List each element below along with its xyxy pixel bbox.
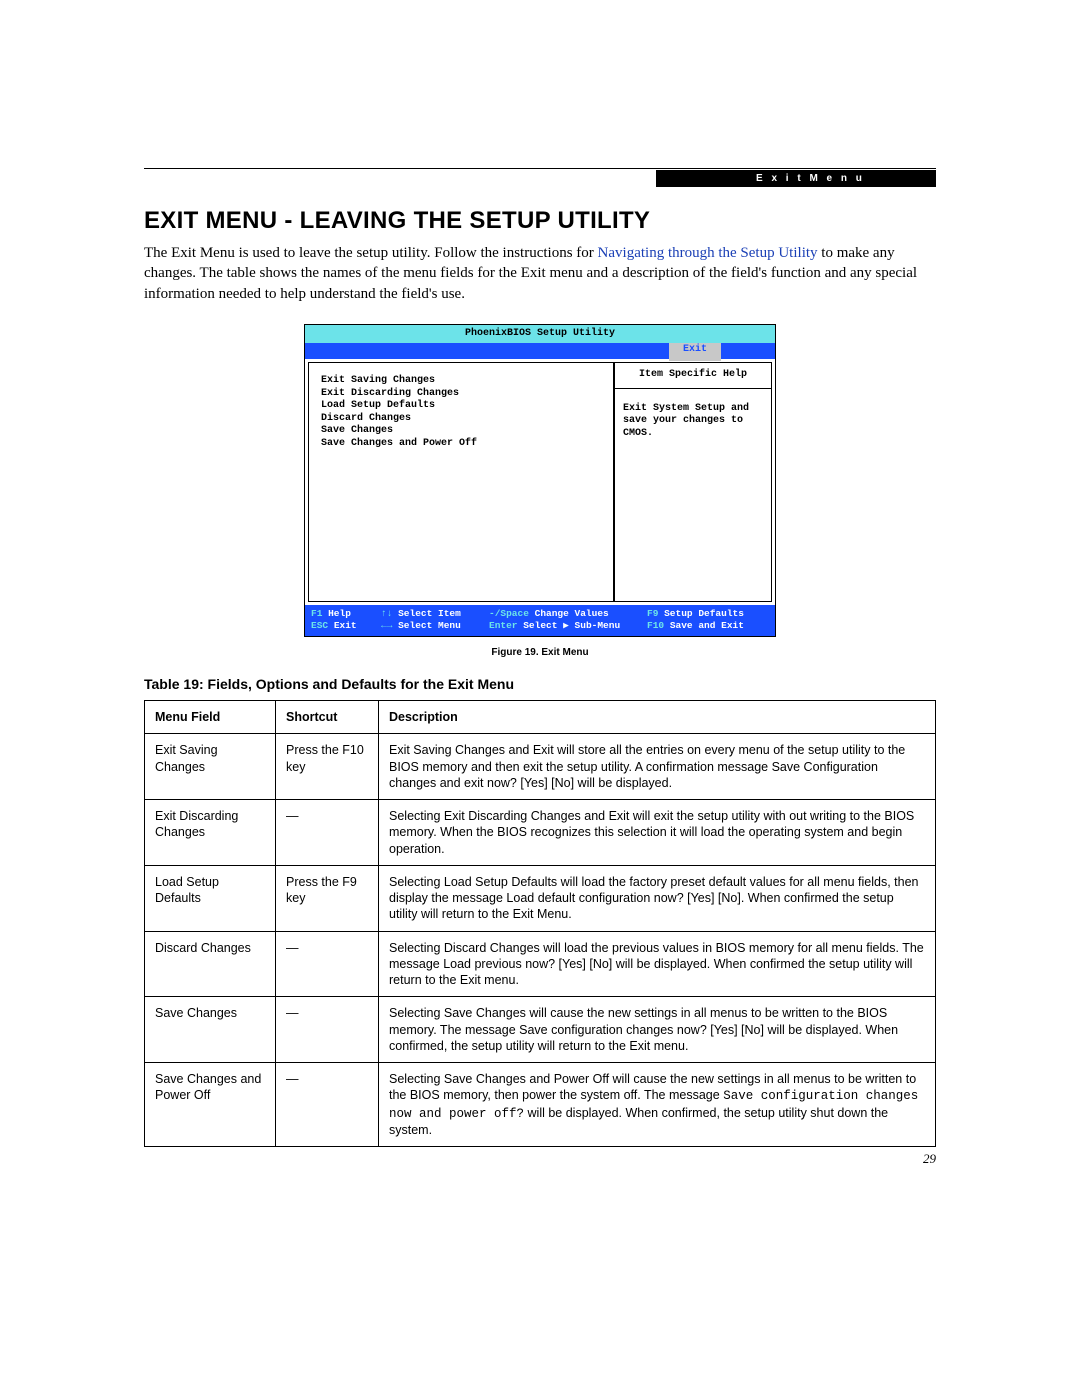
bios-menu-item: Save Changes bbox=[321, 425, 607, 438]
cell-desc: Selecting Save Changes will cause the ne… bbox=[379, 997, 936, 1063]
cell-desc: Exit Saving Changes and Exit will store … bbox=[379, 734, 936, 800]
col-shortcut: Shortcut bbox=[276, 701, 379, 734]
table-row: Save Changes and Power Off — Selecting S… bbox=[145, 1063, 936, 1147]
page-number: 29 bbox=[923, 1151, 936, 1167]
cell-field: Load Setup Defaults bbox=[145, 865, 276, 931]
table-row: Exit Discarding Changes — Selecting Exit… bbox=[145, 800, 936, 866]
cell-shortcut: — bbox=[276, 800, 379, 866]
bios-help-title: Item Specific Help bbox=[615, 363, 771, 389]
col-menu-field: Menu Field bbox=[145, 701, 276, 734]
bios-key: ↑↓ bbox=[381, 608, 392, 619]
table-row: Exit Saving Changes Press the F10 key Ex… bbox=[145, 734, 936, 800]
bios-window: PhoenixBIOS Setup Utility Exit Exit Savi… bbox=[304, 324, 776, 637]
bios-menu-item: Save Changes and Power Off bbox=[321, 438, 607, 451]
bios-tabbar: Exit bbox=[305, 343, 775, 359]
cell-field: Discard Changes bbox=[145, 931, 276, 997]
page-title: EXIT MENU - LEAVING THE SETUP UTILITY bbox=[144, 207, 936, 235]
fields-table: Menu Field Shortcut Description Exit Sav… bbox=[144, 700, 936, 1147]
bios-key: -/Space bbox=[489, 608, 529, 619]
bios-key-label: Save and Exit bbox=[670, 620, 744, 631]
cell-desc: Selecting Load Setup Defaults will load … bbox=[379, 865, 936, 931]
nav-link[interactable]: Navigating through the Setup Utility bbox=[598, 245, 818, 261]
cell-field: Save Changes bbox=[145, 997, 276, 1063]
cell-field: Exit Discarding Changes bbox=[145, 800, 276, 866]
top-rule bbox=[144, 168, 936, 169]
bios-menu-item: Exit Saving Changes bbox=[321, 375, 607, 388]
bios-tab-exit: Exit bbox=[669, 343, 721, 361]
bios-key: F1 bbox=[311, 608, 322, 619]
figure-caption: Figure 19. Exit Menu bbox=[144, 647, 936, 658]
bios-menu-item: Discard Changes bbox=[321, 413, 607, 426]
bios-key-label: Select ▶ Sub-Menu bbox=[523, 620, 620, 631]
intro-paragraph: The Exit Menu is used to leave the setup… bbox=[144, 243, 936, 304]
table-row: Discard Changes — Selecting Discard Chan… bbox=[145, 931, 936, 997]
bios-key-label: Exit bbox=[334, 620, 357, 631]
cell-shortcut: — bbox=[276, 931, 379, 997]
cell-shortcut: — bbox=[276, 997, 379, 1063]
bios-key: F10 bbox=[647, 620, 664, 631]
bios-key-label: Change Values bbox=[535, 608, 609, 619]
cell-desc: Selecting Discard Changes will load the … bbox=[379, 931, 936, 997]
running-head: E x i t M e n u bbox=[656, 170, 936, 187]
bios-menu-item: Load Setup Defaults bbox=[321, 400, 607, 413]
cell-field: Exit Saving Changes bbox=[145, 734, 276, 800]
bios-key-label: Setup Defaults bbox=[664, 608, 744, 619]
bios-key: Enter bbox=[489, 620, 518, 631]
bios-titlebar: PhoenixBIOS Setup Utility bbox=[305, 325, 775, 344]
bios-menu-item: Exit Discarding Changes bbox=[321, 388, 607, 401]
col-description: Description bbox=[379, 701, 936, 734]
bios-key: ←→ bbox=[381, 620, 392, 631]
bios-key-label: Select Item bbox=[398, 608, 461, 619]
cell-field: Save Changes and Power Off bbox=[145, 1063, 276, 1147]
intro-pre: The Exit Menu is used to leave the setup… bbox=[144, 245, 598, 261]
bios-key-label: Help bbox=[328, 608, 351, 619]
cell-desc: Selecting Exit Discarding Changes and Ex… bbox=[379, 800, 936, 866]
bios-key: F9 bbox=[647, 608, 658, 619]
bios-key: ESC bbox=[311, 620, 328, 631]
table-row: Load Setup Defaults Press the F9 key Sel… bbox=[145, 865, 936, 931]
table-title: Table 19: Fields, Options and Defaults f… bbox=[144, 676, 936, 692]
bios-key-label: Select Menu bbox=[398, 620, 461, 631]
table-header-row: Menu Field Shortcut Description bbox=[145, 701, 936, 734]
bios-footer: F1 Help ↑↓ Select Item -/Space Change Va… bbox=[305, 605, 775, 636]
bios-help-body: Exit System Setup and save your changes … bbox=[615, 389, 771, 455]
cell-shortcut: Press the F9 key bbox=[276, 865, 379, 931]
cell-shortcut: Press the F10 key bbox=[276, 734, 379, 800]
cell-desc: Selecting Save Changes and Power Off wil… bbox=[379, 1063, 936, 1147]
bios-help-pane: Item Specific Help Exit System Setup and… bbox=[614, 362, 772, 602]
cell-shortcut: — bbox=[276, 1063, 379, 1147]
table-row: Save Changes — Selecting Save Changes wi… bbox=[145, 997, 936, 1063]
bios-figure: PhoenixBIOS Setup Utility Exit Exit Savi… bbox=[144, 324, 936, 637]
bios-menu-list: Exit Saving Changes Exit Discarding Chan… bbox=[308, 362, 614, 602]
